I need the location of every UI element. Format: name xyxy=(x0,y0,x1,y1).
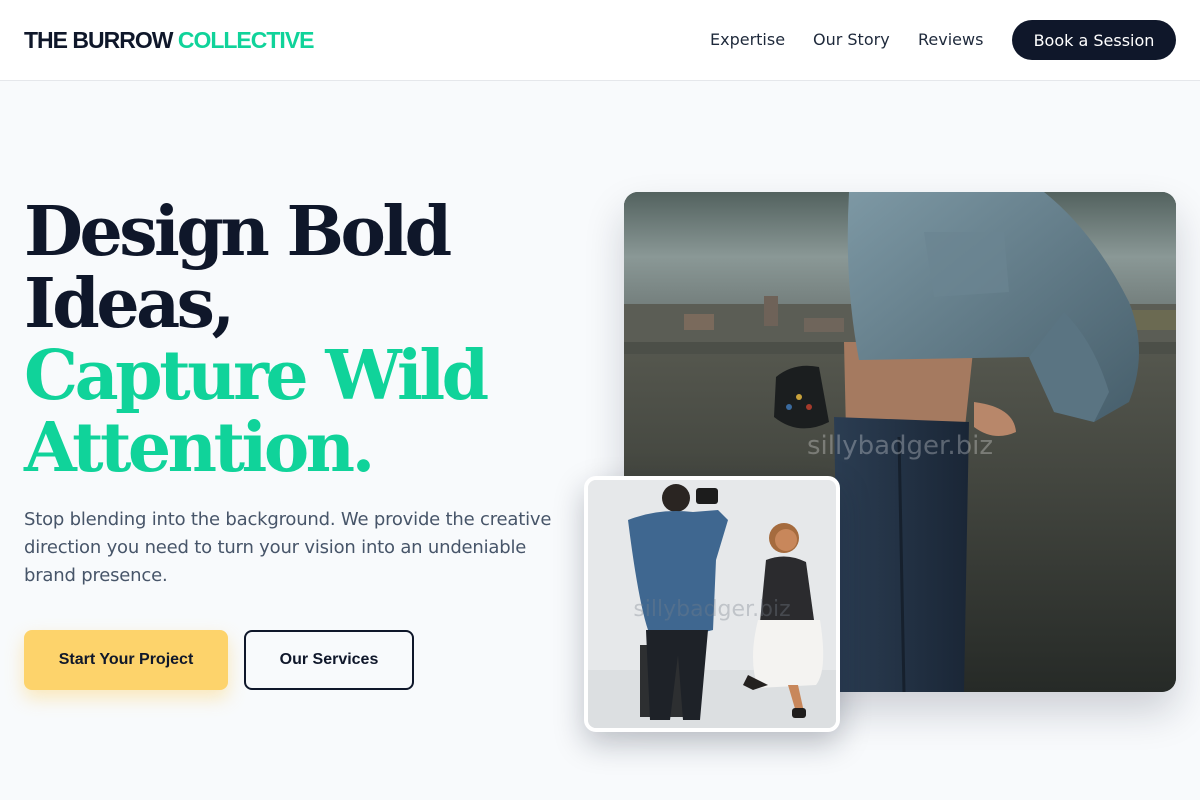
headline-line-3: Capture Wild xyxy=(24,336,489,416)
hero-headline: Design Bold Ideas, Capture Wild Attentio… xyxy=(24,196,584,484)
brand-logo[interactable]: THE BURROW COLLECTIVE xyxy=(24,26,314,54)
our-services-button[interactable]: Our Services xyxy=(244,630,414,690)
brand-name-primary: THE BURROW xyxy=(24,27,173,53)
headline-line-1: Design Bold xyxy=(24,192,452,272)
headline-line-2: Ideas, xyxy=(24,264,235,344)
nav-link-our-story[interactable]: Our Story xyxy=(813,29,890,51)
hero-subtext: Stop blending into the background. We pr… xyxy=(24,509,552,586)
nav-link-expertise[interactable]: Expertise xyxy=(710,29,785,51)
book-session-button[interactable]: Book a Session xyxy=(1012,20,1176,60)
brand-name-accent: COLLECTIVE xyxy=(177,27,315,53)
photoshoot-illustration: sillybadger.biz xyxy=(588,480,836,728)
start-project-button[interactable]: Start Your Project xyxy=(24,630,228,690)
main-photo-watermark: sillybadger.biz xyxy=(807,431,993,461)
inset-photo-watermark: sillybadger.biz xyxy=(633,597,790,622)
nav-link-reviews[interactable]: Reviews xyxy=(918,29,983,51)
hero-inset-photo: sillybadger.biz xyxy=(584,476,840,732)
site-header: THE BURROW COLLECTIVE Expertise Our Stor… xyxy=(0,0,1200,81)
headline-line-4: Attention. xyxy=(24,408,375,488)
